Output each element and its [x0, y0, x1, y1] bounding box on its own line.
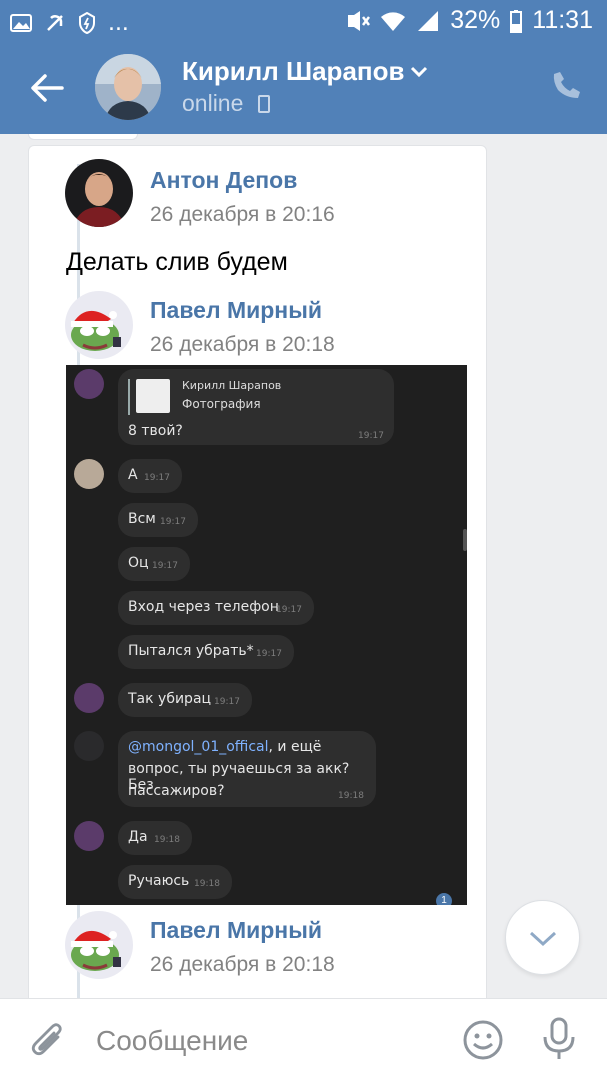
bubble-time: 19:17 [160, 517, 186, 527]
back-arrow-icon[interactable] [28, 68, 68, 108]
bubble-time: 19:17 [358, 431, 384, 441]
reply-thumbnail [136, 379, 170, 413]
avatar[interactable] [65, 291, 133, 359]
avatar[interactable] [65, 911, 133, 979]
microphone-icon[interactable] [540, 1017, 578, 1061]
battery-icon [510, 9, 523, 33]
gallery-icon [10, 13, 32, 32]
bubble-text-line: @mongol_01_offical, и ещё [128, 739, 321, 755]
bubble-text: Пытался убрать* [128, 643, 254, 659]
signal-icon [418, 10, 439, 31]
chat-header: Кирилл Шарапов online [0, 42, 607, 134]
mobile-icon [258, 95, 270, 113]
scroll-down-button[interactable] [505, 900, 580, 975]
status-more: ... [108, 8, 129, 36]
bubble-text: Оц [128, 555, 149, 571]
bubble-text: Да [128, 829, 148, 845]
chat-bubble: Так убирац 19:17 [118, 683, 252, 717]
author-name[interactable]: Павел Мирный [150, 917, 322, 944]
chat-bubble: Оц 19:17 [118, 547, 190, 581]
chat-bubble: Да 19:18 [118, 821, 192, 855]
status-bar: ... 32% 11:31 [0, 0, 607, 42]
avatar [74, 731, 104, 761]
bubble-text: , и ещё [268, 739, 322, 755]
attached-photo[interactable]: Кирилл Шарапов Фотография 8 твой? 19:17 … [66, 365, 467, 905]
bubble-text: 8 твой? [128, 423, 183, 439]
avatar [74, 369, 104, 399]
wifi-icon [381, 11, 406, 31]
author-name[interactable]: Павел Мирный [150, 297, 322, 324]
mention-link[interactable]: @mongol_01_offical [128, 739, 269, 755]
message-date: 26 декабря в 20:18 [150, 953, 335, 976]
bubble-time: 19:18 [154, 835, 180, 845]
power-saving-icon [79, 11, 95, 34]
message-text: Делать слив будем [66, 248, 288, 276]
message-date: 26 декабря в 20:18 [150, 333, 335, 356]
online-status: online [182, 90, 244, 116]
bubble-text: Так убирац [128, 691, 212, 707]
message-date: 26 декабря в 20:16 [150, 203, 335, 226]
bubble-time: 19:17 [152, 561, 178, 571]
avatar [74, 459, 104, 489]
message-composer [0, 998, 607, 1080]
reply-line [128, 379, 130, 415]
avatar[interactable] [95, 54, 161, 120]
chat-bubble: Пытался убрать* 19:17 [118, 635, 294, 669]
chat-bubble: Кирилл Шарапов Фотография 8 твой? 19:17 [118, 369, 394, 445]
vibrate-mute-icon [348, 10, 371, 31]
bubble-time: 19:17 [256, 649, 282, 659]
status-left: ... [10, 8, 129, 37]
bubble-text: Ручаюсь [128, 873, 190, 889]
author-name[interactable]: Антон Депов [150, 167, 297, 194]
paperclip-icon[interactable] [30, 1021, 66, 1061]
bubble-time: 19:17 [276, 605, 302, 615]
chat-bubble: Вход через телефон 19:17 [118, 591, 314, 625]
chat-bubble: А 19:17 [118, 459, 182, 493]
bubble-text: А [128, 467, 138, 483]
phone-icon[interactable] [552, 70, 582, 100]
bubble-time: 19:17 [214, 697, 240, 707]
chat-bubble: Всм 19:17 [118, 503, 198, 537]
bubble-text: Вход через телефон [128, 599, 279, 615]
chevron-down-icon [529, 931, 557, 947]
bubble-time: 19:17 [144, 473, 170, 483]
bubble-time: 19:18 [194, 879, 220, 889]
bubble-text: Всм [128, 511, 156, 527]
clock: 11:31 [532, 6, 593, 34]
previous-message-edge [28, 134, 138, 140]
bubble-text: пассажиров? [128, 783, 225, 799]
emoji-icon[interactable] [462, 1019, 504, 1061]
avatar [74, 821, 104, 851]
message-input[interactable] [96, 1023, 436, 1059]
mute-notifications-icon [47, 14, 63, 31]
avatar [74, 683, 104, 713]
scrollbar [463, 529, 467, 551]
chevron-down-icon[interactable] [410, 66, 428, 78]
status-right: 32% 11:31 [344, 6, 593, 35]
battery-percent: 32% [450, 6, 501, 34]
reply-author: Кирилл Шарапов [182, 379, 282, 392]
bubble-time: 19:18 [338, 791, 364, 801]
reply-attachment: Фотография [182, 397, 261, 411]
contact-name[interactable]: Кирилл Шарапов [182, 56, 404, 87]
chat-bubble: @mongol_01_offical, и ещё вопрос, ты руч… [118, 731, 376, 807]
message-list[interactable]: Антон Депов 26 декабря в 20:16 Делать сл… [0, 134, 607, 998]
unread-badge: 1 [436, 893, 452, 905]
chat-bubble: Ручаюсь 19:18 [118, 865, 232, 899]
avatar[interactable] [65, 159, 133, 227]
